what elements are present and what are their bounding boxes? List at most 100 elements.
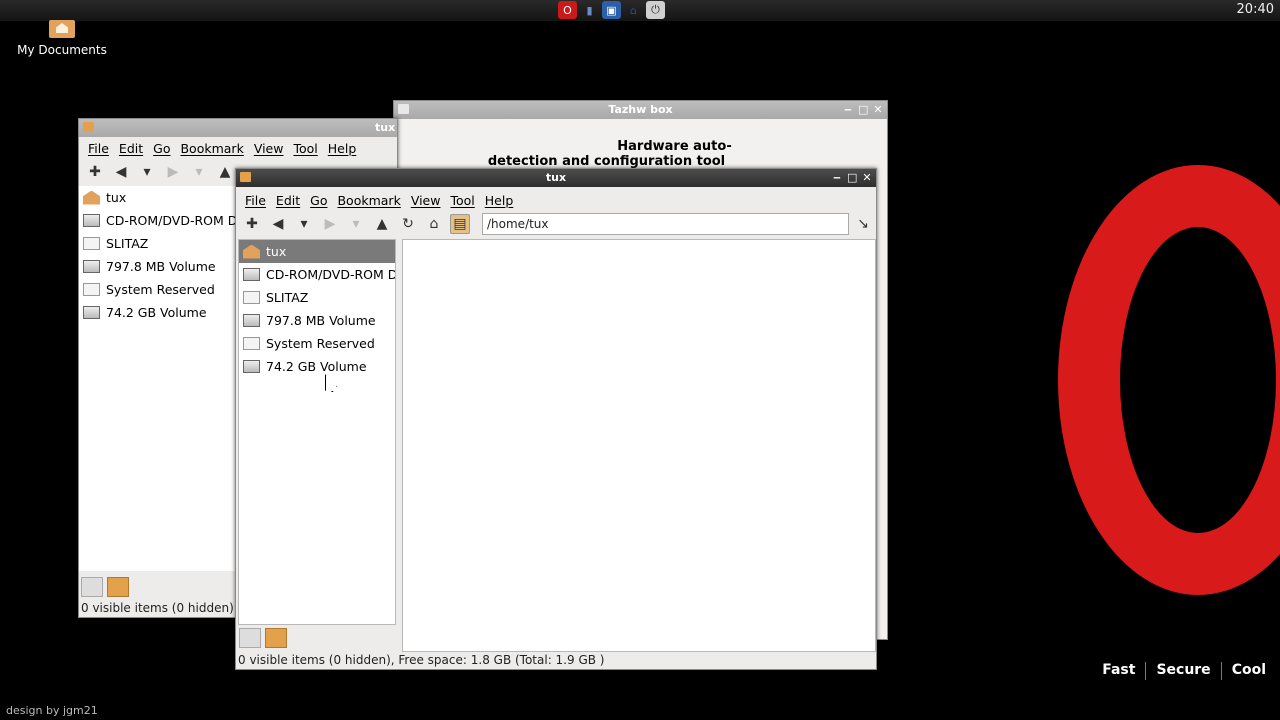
desktop-icon-my-documents[interactable]: My Documents <box>14 20 110 57</box>
network-icon[interactable]: ▣ <box>602 1 621 19</box>
menu-go[interactable]: Go <box>148 141 175 156</box>
place-label: 797.8 MB Volume <box>266 313 376 328</box>
place-system-reserved[interactable]: System Reserved <box>239 332 395 355</box>
places-view-button[interactable] <box>81 577 103 597</box>
place-label: 74.2 GB Volume <box>266 359 367 374</box>
place-label: System Reserved <box>266 336 375 351</box>
back-status-bar: 0 visible items (0 hidden) <box>81 601 234 615</box>
window-title: tux <box>375 121 396 134</box>
wallpaper-slogans: Fast Secure Cool <box>1102 662 1266 680</box>
place-slitaz[interactable]: SLITAZ <box>79 232 236 255</box>
new-tab-icon[interactable]: ✚ <box>85 162 105 182</box>
up-arrow-icon[interactable]: ▲ <box>215 162 235 182</box>
back-window-titlebar[interactable]: tux <box>79 119 397 137</box>
menu-help[interactable]: Help <box>480 193 519 208</box>
maximize-button[interactable]: □ <box>847 169 857 187</box>
place-cdrom[interactable]: CD-ROM/DVD-ROM Dri <box>239 263 395 286</box>
minimize-button[interactable]: ‒ <box>843 101 853 119</box>
place-cdrom[interactable]: CD-ROM/DVD-ROM Dri <box>79 209 236 232</box>
design-credit: design by jgm21 <box>6 704 98 717</box>
menu-tool[interactable]: Tool <box>445 193 479 208</box>
place-label: 74.2 GB Volume <box>106 305 207 320</box>
front-status-bar: 0 visible items (0 hidden), Free space: … <box>238 653 605 667</box>
signal-icon[interactable]: ▮ <box>580 1 599 19</box>
home-icon[interactable]: ⌂ <box>624 1 643 19</box>
folder-home-icon <box>49 20 75 38</box>
menu-tool[interactable]: Tool <box>288 141 322 156</box>
front-pane-switcher <box>239 628 287 648</box>
menu-file[interactable]: File <box>240 193 271 208</box>
slogan-divider <box>1145 662 1147 680</box>
back-menubar: File Edit Go Bookmark View Tool Help <box>79 137 397 159</box>
front-menubar: File Edit Go Bookmark View Tool Help <box>236 189 876 211</box>
back-history-icon[interactable]: ▾ <box>137 162 157 182</box>
menu-edit[interactable]: Edit <box>271 193 305 208</box>
slogan-secure: Secure <box>1156 662 1211 678</box>
forward-arrow-icon[interactable]: ▶ <box>163 162 183 182</box>
front-window-titlebar[interactable]: tux ‒ □ ✕ <box>236 169 876 187</box>
reload-icon[interactable]: ↻ <box>398 214 418 234</box>
new-tab-icon[interactable]: ✚ <box>242 214 262 234</box>
home-folder-icon <box>243 244 260 259</box>
tazhw-heading: Hardware auto- detection and configurati… <box>394 139 887 169</box>
menu-bookmark[interactable]: Bookmark <box>175 141 248 156</box>
folder-view-icon[interactable]: ▤ <box>450 214 470 234</box>
menu-file[interactable]: File <box>83 141 114 156</box>
place-797mb[interactable]: 797.8 MB Volume <box>79 255 236 278</box>
disk-icon <box>243 291 260 304</box>
system-tray: O ▮ ▣ ⌂ ⏻ <box>558 1 665 20</box>
forward-history-icon[interactable]: ▾ <box>346 214 366 234</box>
home-folder-icon <box>83 190 100 205</box>
menu-bookmark[interactable]: Bookmark <box>332 193 405 208</box>
folder-icon <box>240 172 251 182</box>
place-system-reserved[interactable]: System Reserved <box>79 278 236 301</box>
go-jump-icon[interactable]: ↘ <box>853 214 873 234</box>
forward-arrow-icon[interactable]: ▶ <box>320 214 340 234</box>
maximize-button[interactable]: □ <box>858 101 868 119</box>
place-label: CD-ROM/DVD-ROM Dri <box>266 267 395 282</box>
place-797mb[interactable]: 797.8 MB Volume <box>239 309 395 332</box>
back-places-pane: tux CD-ROM/DVD-ROM Dri SLITAZ 797.8 MB V… <box>79 186 236 571</box>
place-label: SLITAZ <box>106 236 149 251</box>
places-view-button[interactable] <box>239 628 261 648</box>
menu-edit[interactable]: Edit <box>114 141 148 156</box>
back-arrow-icon[interactable]: ◀ <box>268 214 288 234</box>
place-tux[interactable]: tux <box>239 240 395 263</box>
folder-tree-button[interactable] <box>265 628 287 648</box>
drive-icon <box>83 214 100 227</box>
slogan-cool: Cool <box>1231 662 1266 678</box>
menu-help[interactable]: Help <box>323 141 362 156</box>
place-label: SLITAZ <box>266 290 309 305</box>
close-button[interactable]: ✕ <box>862 169 872 187</box>
wallpaper-logo <box>1058 165 1280 595</box>
window-title: tux <box>545 171 567 184</box>
place-74gb[interactable]: 74.2 GB Volume <box>239 355 395 378</box>
location-input[interactable]: /home/tux <box>482 213 849 235</box>
minimize-button[interactable]: ‒ <box>832 169 842 187</box>
folder-tree-button[interactable] <box>107 577 129 597</box>
window-controls: ‒ □ ✕ <box>832 169 872 187</box>
disk-icon <box>83 283 100 296</box>
tazhw-heading-line1: Hardware auto- <box>617 139 732 154</box>
home-icon[interactable]: ⌂ <box>424 214 444 234</box>
place-74gb[interactable]: 74.2 GB Volume <box>79 301 236 324</box>
up-arrow-icon[interactable]: ▲ <box>372 214 392 234</box>
tazhw-titlebar[interactable]: Tazhw box ‒ □ ✕ <box>394 101 887 119</box>
desktop-icon-label: My Documents <box>17 43 107 57</box>
file-list-pane[interactable] <box>402 239 876 652</box>
place-tux[interactable]: tux <box>79 186 236 209</box>
place-label: tux <box>266 244 287 259</box>
back-pane-switcher <box>81 577 129 597</box>
opera-icon[interactable]: O <box>558 1 577 19</box>
place-slitaz[interactable]: SLITAZ <box>239 286 395 309</box>
menu-go[interactable]: Go <box>305 193 332 208</box>
menu-view[interactable]: View <box>249 141 289 156</box>
clock: 20:40 <box>1236 2 1274 17</box>
forward-history-icon[interactable]: ▾ <box>189 162 209 182</box>
menu-view[interactable]: View <box>406 193 446 208</box>
file-manager-window: tux ‒ □ ✕ File Edit Go Bookmark View Too… <box>235 168 877 670</box>
back-arrow-icon[interactable]: ◀ <box>111 162 131 182</box>
close-button[interactable]: ✕ <box>873 101 883 119</box>
power-icon[interactable]: ⏻ <box>646 1 665 19</box>
back-history-icon[interactable]: ▾ <box>294 214 314 234</box>
